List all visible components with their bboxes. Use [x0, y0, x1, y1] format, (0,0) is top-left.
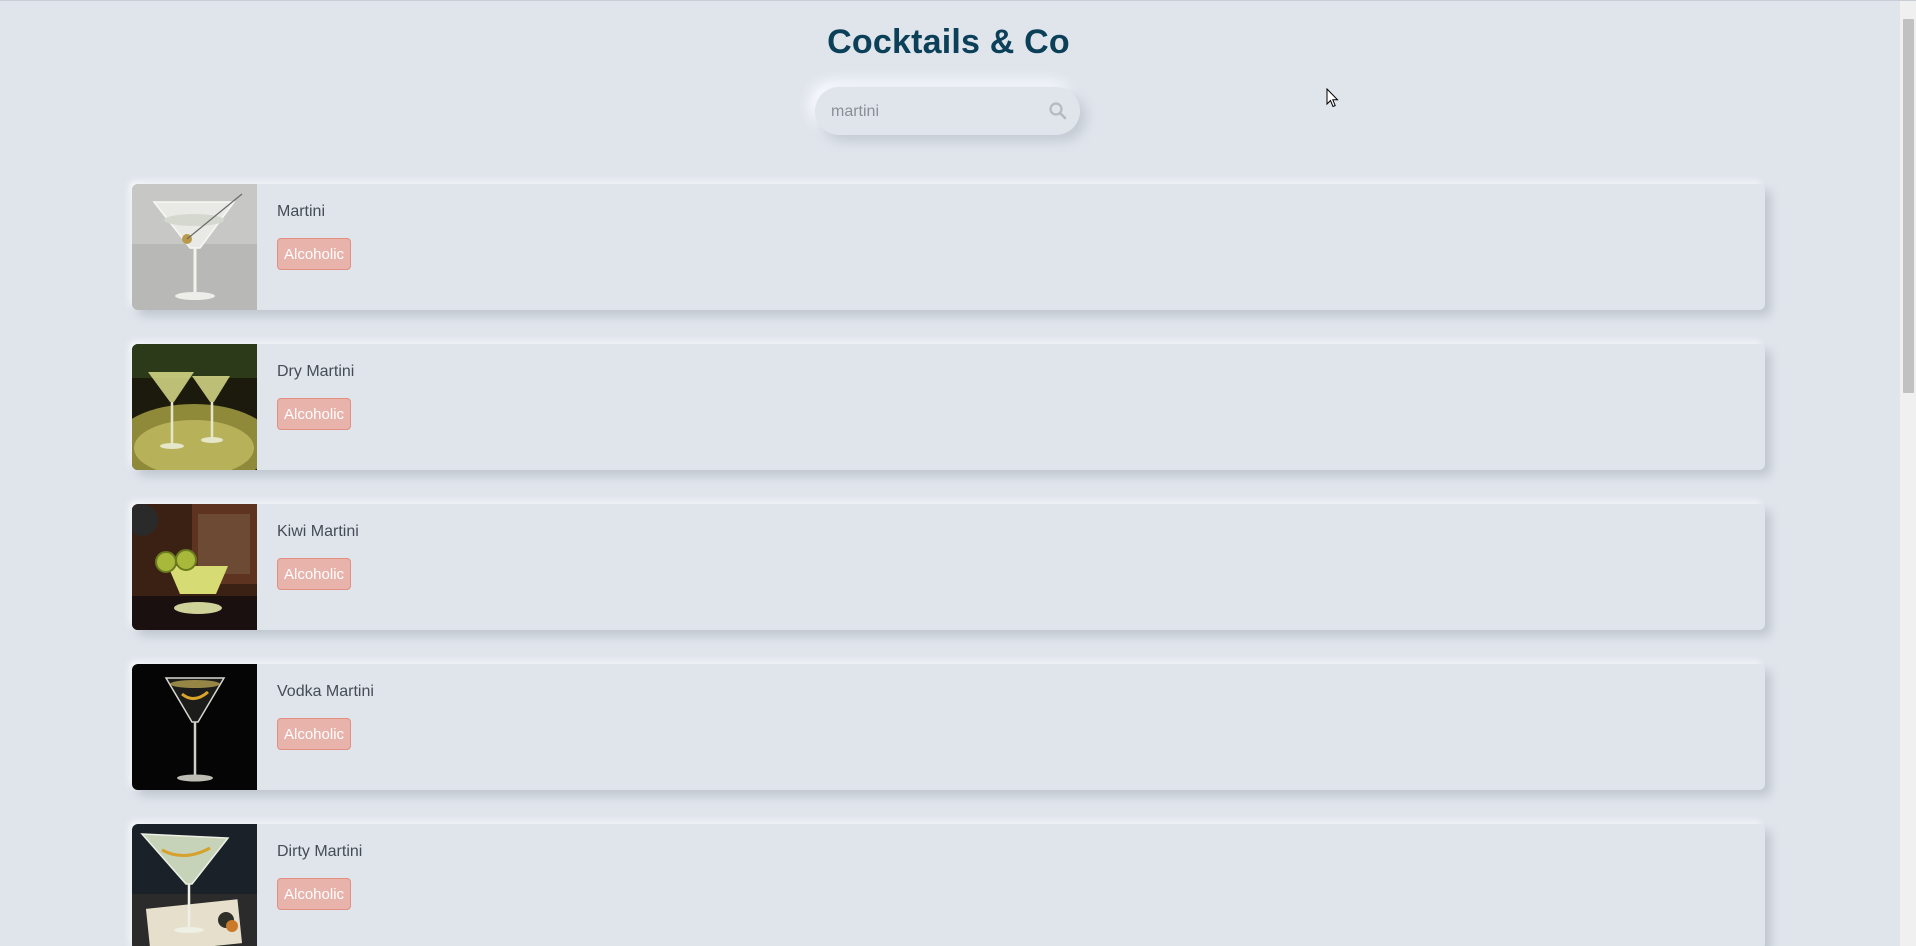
- cocktail-image[interactable]: [132, 504, 257, 630]
- cocktail-image[interactable]: [132, 824, 257, 946]
- search-input[interactable]: [829, 97, 1033, 127]
- mouse-cursor-icon: [1326, 88, 1339, 108]
- cocktail-card[interactable]: Dry Martini Alcoholic: [132, 344, 1765, 470]
- cocktail-image[interactable]: [132, 184, 257, 310]
- cocktail-name[interactable]: Vodka Martini: [277, 683, 374, 701]
- search-icon[interactable]: [1048, 101, 1068, 121]
- category-badge: Alcoholic: [277, 718, 352, 750]
- cocktail-card[interactable]: Martini Alcoholic: [132, 184, 1765, 310]
- cocktail-image[interactable]: [132, 344, 257, 470]
- cocktail-image[interactable]: [132, 664, 257, 790]
- vertical-scrollbar[interactable]: [1899, 1, 1916, 946]
- category-badge: Alcoholic: [277, 398, 352, 430]
- cocktail-name[interactable]: Kiwi Martini: [277, 523, 359, 541]
- cocktail-card[interactable]: Dirty Martini Alcoholic: [132, 824, 1765, 946]
- cocktail-name[interactable]: Martini: [277, 203, 325, 221]
- category-badge: Alcoholic: [277, 238, 352, 270]
- scrollbar-thumb[interactable]: [1903, 19, 1914, 393]
- category-badge: Alcoholic: [277, 878, 352, 910]
- cocktail-card[interactable]: Vodka Martini Alcoholic: [132, 664, 1765, 790]
- search-box[interactable]: [815, 87, 1080, 135]
- cocktail-name[interactable]: Dirty Martini: [277, 843, 362, 861]
- category-badge: Alcoholic: [277, 558, 352, 590]
- app-title: Cocktails & Co: [827, 23, 1070, 61]
- page: Cocktails & Co Martini Alcoholic: [0, 0, 1916, 946]
- cocktail-card[interactable]: Kiwi Martini Alcoholic: [132, 504, 1765, 630]
- cocktail-name[interactable]: Dry Martini: [277, 363, 354, 381]
- cocktail-list: Martini Alcoholic Dry Martini Alcoholic: [132, 184, 1765, 946]
